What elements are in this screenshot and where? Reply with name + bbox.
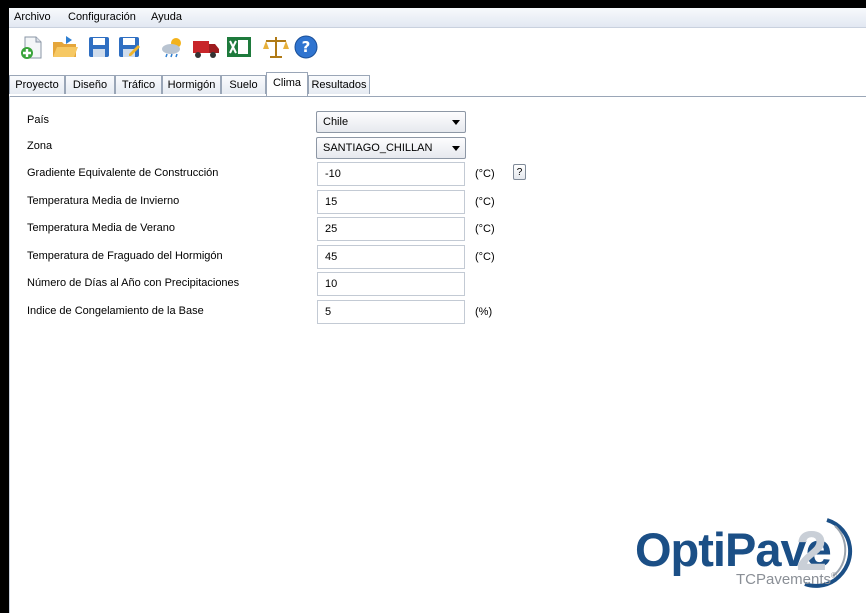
zona-select[interactable]: SANTIAGO_CHILLAN: [316, 137, 466, 159]
zona-label: Zona: [27, 140, 53, 152]
toolbar: ?: [9, 28, 866, 72]
temp-invierno-field[interactable]: [317, 190, 465, 214]
logo-company: TCPavements®: [736, 571, 837, 588]
tab-bar: Proyecto Diseño Tráfico Hormigón Suelo C…: [9, 72, 866, 97]
tab-clima[interactable]: Clima: [266, 72, 308, 96]
tab-diseno[interactable]: Diseño: [65, 75, 115, 94]
save-as-icon[interactable]: [115, 34, 143, 60]
menu-configuracion[interactable]: Configuración: [68, 11, 136, 23]
logo-trademark: ®: [831, 571, 837, 580]
congelamiento-unit: (%): [475, 306, 493, 318]
pais-label: País: [27, 114, 50, 126]
truck-icon[interactable]: [192, 34, 220, 60]
application-window: Archivo Configuración Ayuda ? Proyecto D…: [9, 8, 866, 613]
temp-fraguado-field[interactable]: [317, 245, 465, 269]
temp-verano-field[interactable]: [317, 217, 465, 241]
temp-invierno-label: Temperatura Media de Invierno: [27, 195, 180, 207]
clima-panel: País Chile Zona SANTIAGO_CHILLAN Gradien…: [9, 96, 866, 613]
svg-text:?: ?: [302, 38, 311, 56]
menu-ayuda[interactable]: Ayuda: [151, 11, 182, 23]
open-icon[interactable]: [51, 34, 79, 60]
pais-value: Chile: [323, 116, 349, 128]
chevron-down-icon: [452, 146, 460, 151]
weather-icon[interactable]: [159, 34, 187, 60]
gradiente-label: Gradiente Equivalente de Construcción: [27, 167, 219, 179]
temp-fraguado-label: Temperatura de Fraguado del Hormigón: [27, 250, 223, 262]
gradiente-help-button[interactable]: ?: [513, 164, 526, 180]
pais-select[interactable]: Chile: [316, 111, 466, 133]
tab-trafico[interactable]: Tráfico: [115, 75, 162, 94]
tab-suelo[interactable]: Suelo: [221, 75, 266, 94]
zona-value: SANTIAGO_CHILLAN: [323, 142, 433, 154]
menu-bar: Archivo Configuración Ayuda: [9, 8, 866, 28]
chevron-down-icon: [452, 120, 460, 125]
help-icon[interactable]: ?: [292, 34, 320, 60]
save-icon[interactable]: [85, 34, 113, 60]
gradiente-unit: (°C): [475, 168, 495, 180]
scale-icon[interactable]: [262, 34, 290, 60]
congelamiento-field[interactable]: [317, 300, 465, 324]
temp-fraguado-unit: (°C): [475, 251, 495, 263]
tab-hormigon[interactable]: Hormigón: [162, 75, 221, 94]
tab-resultados[interactable]: Resultados: [308, 75, 370, 94]
temp-verano-label: Temperatura Media de Verano: [27, 222, 175, 234]
optipave-logo: OptiPave 2 TCPavements®: [625, 516, 865, 606]
gradiente-field[interactable]: [317, 162, 465, 186]
dias-precip-field[interactable]: [317, 272, 465, 296]
dias-precip-label: Número de Días al Año con Precipitacione…: [27, 277, 240, 289]
tab-proyecto[interactable]: Proyecto: [9, 75, 65, 94]
logo-company-name: TCPavements: [736, 571, 832, 588]
congelamiento-label: Indice de Congelamiento de la Base: [27, 305, 204, 317]
excel-icon[interactable]: [225, 34, 253, 60]
new-icon[interactable]: [19, 34, 47, 60]
temp-verano-unit: (°C): [475, 223, 495, 235]
menu-archivo[interactable]: Archivo: [14, 11, 51, 23]
temp-invierno-unit: (°C): [475, 196, 495, 208]
